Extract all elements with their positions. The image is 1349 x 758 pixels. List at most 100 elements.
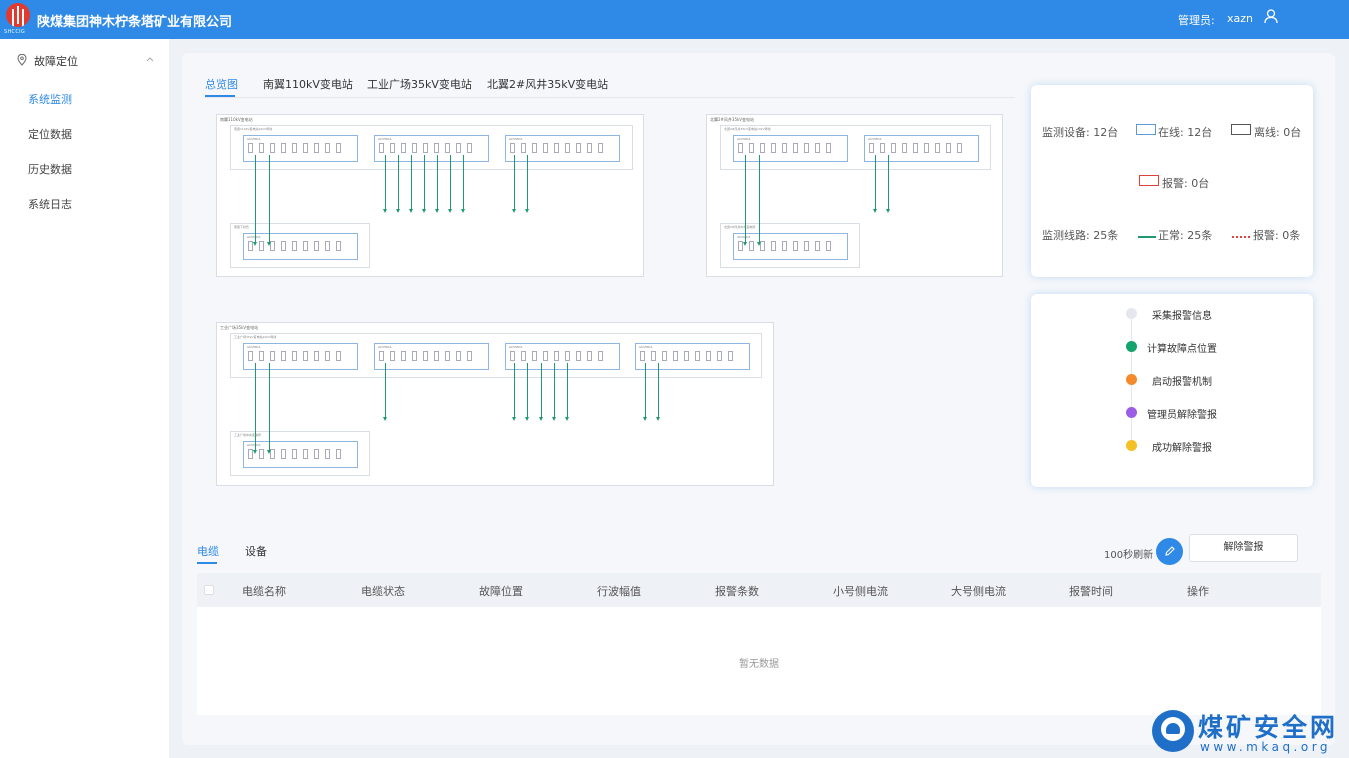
sidebar-item-system-monitor[interactable]: 系统监测 (28, 91, 72, 107)
step-dot-icon (1126, 308, 1137, 319)
cable-line[interactable] (435, 155, 439, 213)
alarm-device-count: 报警: 0台 (1162, 177, 1210, 190)
location-pin-icon (17, 54, 27, 66)
cable-line[interactable] (409, 155, 413, 213)
device-panel[interactable]: ACV5811 (243, 343, 358, 370)
cable-line[interactable] (643, 363, 647, 421)
col-wave-amplitude: 行波幅值 (597, 585, 641, 598)
bus-label: 北翼2#风井中央变电所 (724, 225, 756, 229)
process-step-collect: 采集报警信息 (1152, 311, 1212, 322)
edit-refresh-button[interactable] (1156, 538, 1183, 565)
panel-label: ACV5811 (868, 137, 882, 141)
tab-north-35kv[interactable]: 北翼2#风井35kV变电站 (487, 76, 608, 92)
cable-line[interactable] (512, 155, 516, 213)
tab-cable[interactable]: 电缆 (197, 543, 219, 559)
device-panel[interactable]: ACV5811 (243, 441, 358, 468)
device-panel[interactable]: ACV5811 (733, 233, 848, 260)
cable-line[interactable] (383, 155, 387, 213)
alarm-line-count: 报警: 0条 (1253, 229, 1301, 242)
diagram-title: 南翼110kV变电站 (220, 117, 253, 122)
device-panel[interactable]: ACV5811 (505, 135, 620, 162)
diagram-south-110kv[interactable]: 南翼110kV变电站 南翼110kV变电站10kV母线 ACV5811 ACV5… (216, 114, 644, 277)
panel-label: ACV5811 (639, 345, 653, 349)
monitor-stats-card: 监测设备: 12台 在线: 12台 离线: 0台 报警: 0台 监测线路: 25… (1031, 85, 1313, 277)
tab-device[interactable]: 设备 (245, 543, 267, 559)
cable-line[interactable] (253, 363, 257, 454)
monitored-devices-count: 监测设备: 12台 (1042, 126, 1119, 139)
panel-label: ACV5811 (247, 345, 261, 349)
select-all-checkbox[interactable] (204, 585, 214, 595)
alarm-legend-box (1139, 175, 1159, 186)
diagram-industrial-35kv[interactable]: 工业广场35kV变电站 工业广场35kV变电站10kV母线 ACV5811 AC… (216, 322, 774, 486)
watermark-title: 煤矿安全网 (1198, 713, 1339, 742)
sidebar-group-label: 故障定位 (34, 55, 78, 68)
tab-overview[interactable]: 总览图 (205, 76, 238, 92)
step-dot-icon (1126, 341, 1137, 352)
cable-line[interactable] (267, 155, 271, 246)
panel-label: ACV5811 (247, 137, 261, 141)
logo-mark-icon (6, 3, 30, 27)
cable-line[interactable] (422, 155, 426, 213)
cable-line[interactable] (552, 363, 556, 421)
cable-line[interactable] (743, 155, 747, 246)
top-header: SHCCIG 陕煤集团神木柠条塔矿业有限公司 管理员: xazn (0, 0, 1349, 39)
step-dot-icon (1126, 407, 1137, 418)
sidebar-group-fault-location[interactable]: 故障定位 (0, 49, 169, 71)
panel-label: ACV5811 (247, 443, 261, 447)
cable-line[interactable] (396, 155, 400, 213)
substation-tabs: 总览图 南翼110kV变电站 工业广场35kV变电站 北翼2#风井35kV变电站 (205, 76, 1015, 98)
cable-table-header: 电缆名称 电缆状态 故障位置 行波幅值 报警条数 小号侧电流 大号侧电流 报警时… (197, 573, 1321, 607)
device-panel[interactable]: ACV5811 (243, 233, 358, 260)
user-icon[interactable] (1264, 9, 1278, 24)
cable-line[interactable] (383, 363, 387, 421)
diagram-north-35kv[interactable]: 北翼2#风井35kV变电站 北翼2#风井35kV变电站10kV母线 ACV581… (706, 114, 1003, 277)
bus-label: 北翼2#风井35kV变电站10kV母线 (724, 127, 771, 131)
miner-helmet-icon (1152, 710, 1194, 752)
refresh-interval: 100秒刷新 (1104, 550, 1154, 561)
process-step-compute: 计算故障点位置 (1147, 344, 1217, 355)
tab-industrial-35kv[interactable]: 工业广场35kV变电站 (367, 76, 472, 92)
alarm-legend-line (1232, 236, 1250, 238)
sidebar-item-system-log[interactable]: 系统日志 (28, 196, 72, 212)
chevron-up-icon (146, 57, 154, 62)
device-panel[interactable]: ACV5811 (374, 343, 489, 370)
cable-line[interactable] (525, 155, 529, 213)
bus-label: 工业广场35kV变电站10kV母线 (234, 335, 277, 339)
cable-table-body: 暂无数据 (197, 607, 1321, 715)
cable-line[interactable] (873, 155, 877, 213)
clear-alarm-button[interactable]: 解除警报 (1189, 534, 1298, 562)
sidebar-item-history-data[interactable]: 历史数据 (28, 161, 72, 177)
diagram-title: 工业广场35kV变电站 (220, 325, 259, 330)
cable-line[interactable] (539, 363, 543, 421)
device-panel[interactable]: ACV5811 (864, 135, 979, 162)
step-dot-icon (1126, 440, 1137, 451)
device-panel[interactable]: ACV5811 (505, 343, 620, 370)
cable-line[interactable] (757, 155, 761, 246)
device-panel[interactable]: ACV5811 (243, 135, 358, 162)
cable-line[interactable] (512, 363, 516, 421)
cable-line[interactable] (886, 155, 890, 213)
cable-line[interactable] (267, 363, 271, 454)
cable-line[interactable] (525, 363, 529, 421)
process-step-cleared: 成功解除警报 (1152, 443, 1212, 454)
empty-state: 暂无数据 (739, 659, 779, 670)
col-alarm-time: 报警时间 (1069, 585, 1113, 598)
cable-line[interactable] (565, 363, 569, 421)
tab-active-indicator (205, 95, 235, 97)
col-cable-status: 电缆状态 (361, 585, 405, 598)
admin-label: 管理员: (1178, 14, 1215, 27)
sidebar-item-location-data[interactable]: 定位数据 (28, 126, 72, 142)
cable-line[interactable] (253, 155, 257, 246)
cable-line[interactable] (656, 363, 660, 421)
cable-line[interactable] (448, 155, 452, 213)
admin-username: xazn (1227, 12, 1253, 25)
panel-label: ACV5811 (737, 235, 751, 239)
device-panel[interactable]: ACV5811 (635, 343, 750, 370)
panel-label: ACV5811 (509, 137, 523, 141)
panel-label: ACV5811 (509, 345, 523, 349)
cable-line[interactable] (461, 155, 465, 213)
device-panel[interactable]: ACV5811 (374, 135, 489, 162)
tab-south-110kv[interactable]: 南翼110kV变电站 (263, 76, 353, 92)
panel-label: ACV5811 (378, 137, 392, 141)
device-panel[interactable]: ACV5811 (733, 135, 848, 162)
